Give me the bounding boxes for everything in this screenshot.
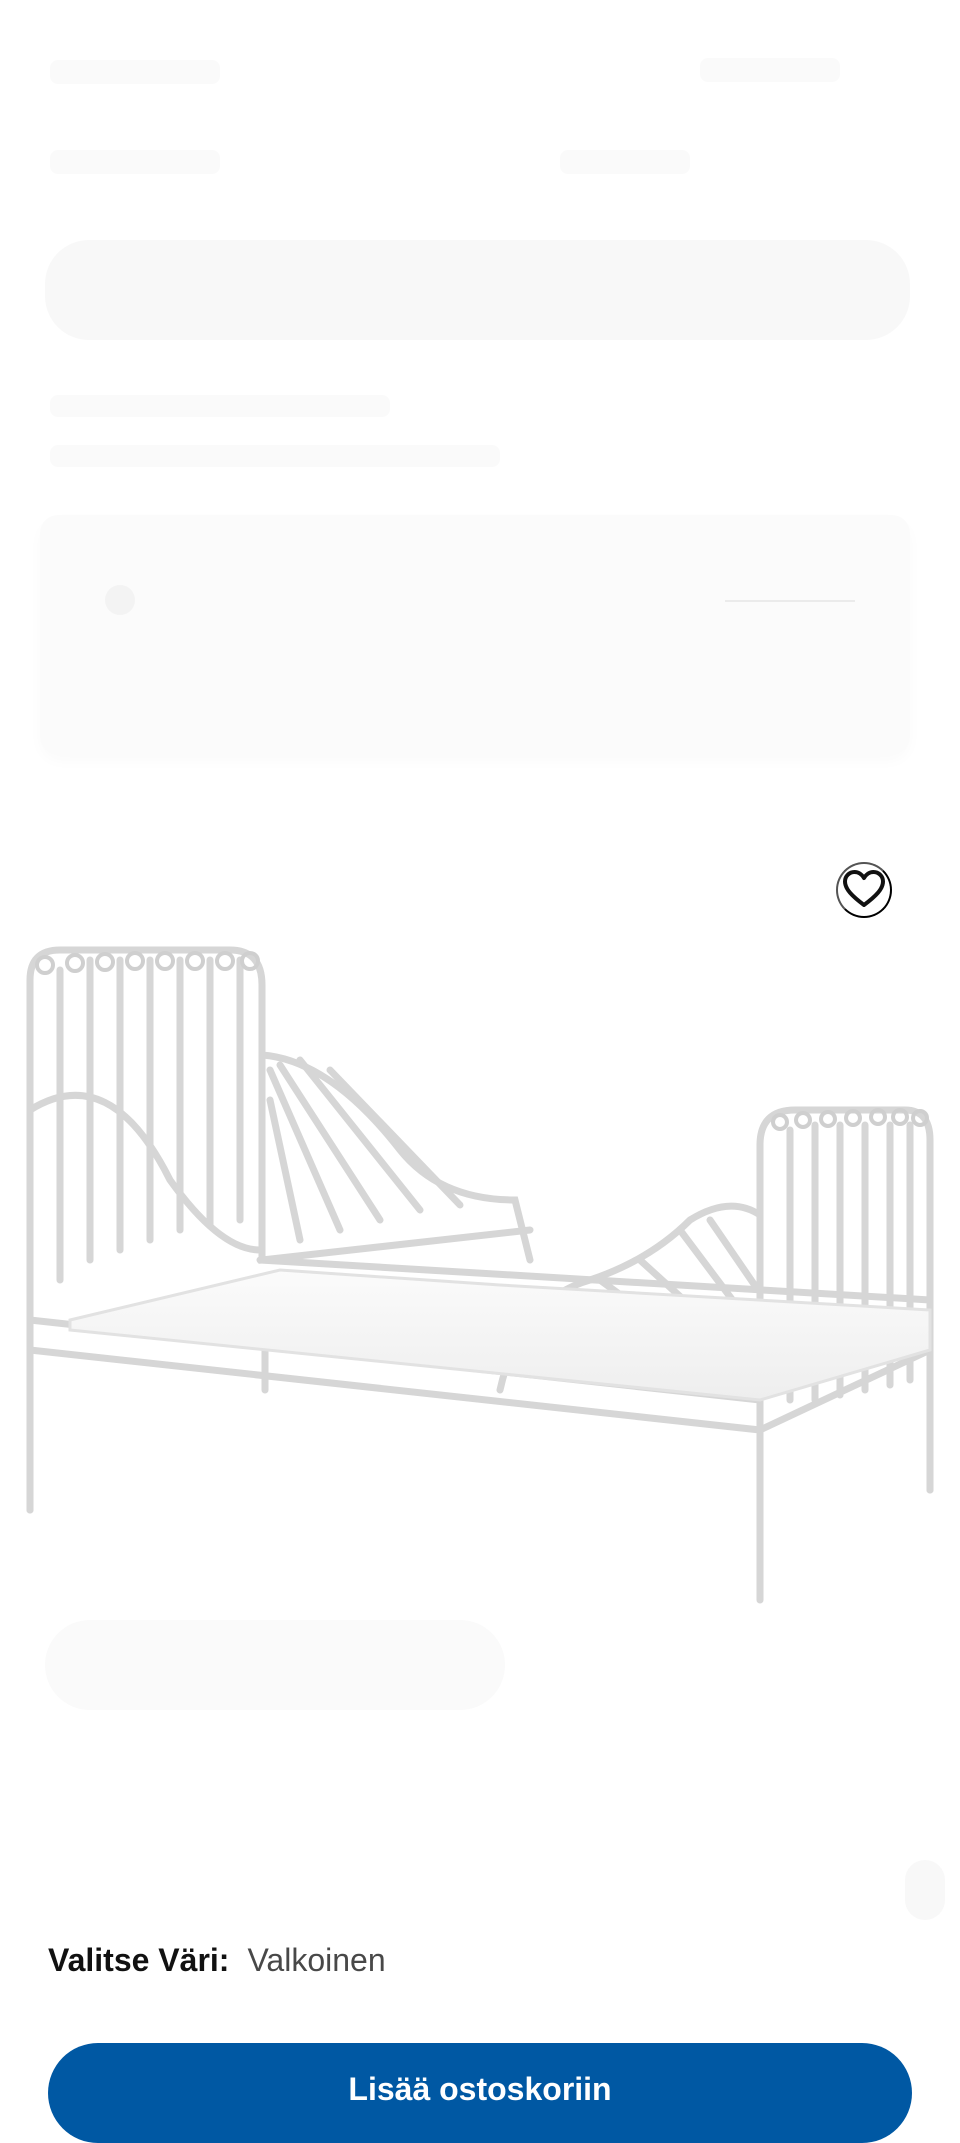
ghost-card-icon	[105, 585, 135, 615]
ghost-side-handle	[905, 1860, 945, 1920]
ghost-text-line	[50, 445, 500, 467]
ghost-text-line	[700, 58, 840, 82]
ghost-thumbnail-strip	[45, 1620, 505, 1710]
color-selector[interactable]: Valitse Väri: Valkoinen	[48, 1935, 386, 1985]
ghost-card-link	[725, 600, 855, 602]
heart-icon	[842, 869, 886, 912]
color-label: Valitse Väri:	[48, 1941, 230, 1978]
ghost-search-field	[45, 240, 910, 340]
color-value: Valkoinen	[247, 1941, 386, 1978]
ghost-text-line	[50, 395, 390, 417]
favourite-button[interactable]	[836, 862, 892, 918]
ghost-text-line	[50, 150, 220, 174]
ghost-text-line	[50, 60, 220, 84]
faded-header-region	[0, 0, 960, 820]
add-to-cart-button[interactable]: Lisää ostoskoriin	[48, 2043, 912, 2143]
ghost-info-card	[40, 515, 910, 755]
ghost-text-line	[560, 150, 690, 174]
product-image[interactable]	[0, 930, 960, 1610]
